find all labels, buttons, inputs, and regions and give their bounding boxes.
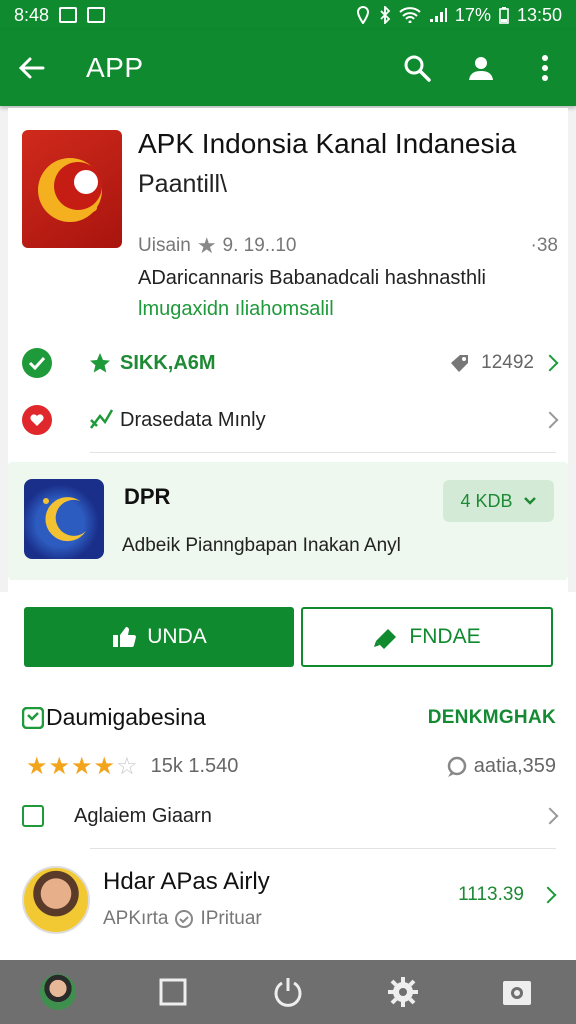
meta-rating: 9. 19..10 xyxy=(222,235,297,256)
meta-count: ·38 xyxy=(530,235,558,256)
account-icon xyxy=(469,57,493,80)
rating-count: 15k 1.540 xyxy=(150,755,239,777)
chevron-right-icon xyxy=(541,807,559,825)
back-button[interactable] xyxy=(16,53,46,83)
settings-button[interactable] xyxy=(381,970,425,1014)
thumbs-up-icon xyxy=(113,627,137,647)
rating-badge-icon xyxy=(22,706,44,729)
divider xyxy=(90,848,556,849)
profile-nav-button[interactable] xyxy=(36,970,80,1014)
camera-icon xyxy=(503,981,532,1005)
status-clock: 13:50 xyxy=(516,4,562,25)
verified-badge-icon xyxy=(175,910,194,928)
status-time: 8:48 xyxy=(14,4,50,25)
app-description: ADaricannaris Babanadcali hashnasthli xyxy=(138,267,486,289)
back-arrow-icon xyxy=(18,57,45,79)
wifi-icon xyxy=(399,7,421,23)
developer-sub-right: IPrituar xyxy=(200,908,262,929)
bluetooth-icon xyxy=(380,6,391,24)
review-count: aatia,359 xyxy=(473,755,556,777)
tag-icon xyxy=(451,355,469,372)
chevron-right-icon xyxy=(541,411,559,429)
checkbox-icon[interactable] xyxy=(22,805,44,827)
star-icon: ★ xyxy=(196,233,217,258)
search-button[interactable] xyxy=(402,53,432,83)
data-label: Drasedata Mınly xyxy=(120,408,266,431)
app-bar: APP xyxy=(0,30,576,106)
notification-image-icon xyxy=(59,7,78,23)
status-bar: 8:48 17% 13:50 xyxy=(0,0,576,30)
checkbox-label: Aglaiem Giaarn xyxy=(74,804,212,827)
notification-gallery-icon xyxy=(87,7,106,23)
verified-row[interactable]: SIKK,A6M 12492 xyxy=(22,341,559,385)
ratings-action-link[interactable]: DENKMGHAK xyxy=(428,707,556,729)
account-button[interactable] xyxy=(466,53,496,83)
developer-trail: 1113.39 xyxy=(458,884,557,906)
app-meta-row: Uisain ★ 9. 19..10 ·38 xyxy=(138,233,558,259)
location-icon xyxy=(356,6,369,24)
profile-avatar-icon xyxy=(39,974,76,1010)
app-icon[interactable] xyxy=(22,130,122,248)
more-vert-icon xyxy=(542,55,548,81)
install-button[interactable]: UNDA xyxy=(24,607,294,667)
battery-percent: 17% xyxy=(454,4,491,25)
promo-app-icon xyxy=(24,479,104,559)
signal-icon xyxy=(429,8,447,22)
battery-icon xyxy=(499,7,509,24)
square-icon xyxy=(159,978,187,1006)
chat-bubble-icon xyxy=(447,756,466,777)
promo-subtitle: Adbeik Pianngbapan Inakan Anyl xyxy=(122,535,401,556)
promo-title: DPR xyxy=(124,484,171,509)
more-options-button[interactable] xyxy=(530,53,560,83)
share-button[interactable]: FNDAE xyxy=(301,607,553,667)
install-button-label: UNDA xyxy=(147,625,207,648)
camera-button[interactable] xyxy=(496,970,540,1014)
verified-count: 12492 xyxy=(481,352,534,373)
developer-subtitle: APKırta IPrituar xyxy=(103,908,262,930)
promo-chip-value: 4 KDB xyxy=(460,490,513,511)
chevron-right-icon xyxy=(541,354,559,372)
avatar xyxy=(22,866,90,934)
power-icon xyxy=(274,978,302,1007)
app-title: APK Indonsia Kanal Indanesia xyxy=(138,128,517,159)
app-description-link[interactable]: lmugaxidn ıliahomsalil xyxy=(138,298,334,321)
verified-label: SIKK,A6M xyxy=(120,351,216,374)
power-button[interactable] xyxy=(266,970,310,1014)
recents-button[interactable] xyxy=(151,970,195,1014)
system-nav-bar xyxy=(0,960,576,1024)
star-icon xyxy=(90,353,110,373)
developer-value: 1113.39 xyxy=(458,884,524,905)
heart-shield-icon xyxy=(22,405,52,435)
app-logo-icon xyxy=(38,158,102,222)
check-circle-icon xyxy=(22,348,52,378)
stars-row: ★★★★☆ 15k 1.540 aatia,359 xyxy=(26,752,556,781)
chevron-down-icon xyxy=(523,497,536,505)
divider xyxy=(90,452,556,453)
meta-label: Uisain xyxy=(138,235,191,256)
app-subtitle: Paantill\ xyxy=(138,170,227,198)
share-button-label: FNDAE xyxy=(409,625,481,648)
developer-sub-left: APKırta xyxy=(103,908,169,929)
moon-star-icon xyxy=(43,497,86,542)
chevron-right-icon xyxy=(539,886,557,904)
ticket-icon xyxy=(374,629,397,649)
star-rating: ★★★★☆ xyxy=(26,753,139,780)
checkbox-row[interactable]: Aglaiem Giaarn xyxy=(22,794,559,838)
promo-dropdown[interactable]: 4 KDB xyxy=(443,480,554,522)
data-row[interactable]: Drasedata Mınly xyxy=(22,398,559,442)
leaf-check-icon xyxy=(90,409,114,429)
developer-name: Hdar APas Airly xyxy=(103,868,270,895)
ratings-header: Daumigabesina DENKMGHAK xyxy=(22,704,556,731)
search-icon xyxy=(404,55,431,82)
page-title: APP xyxy=(86,52,144,83)
ratings-title: Daumigabesina xyxy=(46,704,206,730)
gear-icon xyxy=(388,977,419,1007)
